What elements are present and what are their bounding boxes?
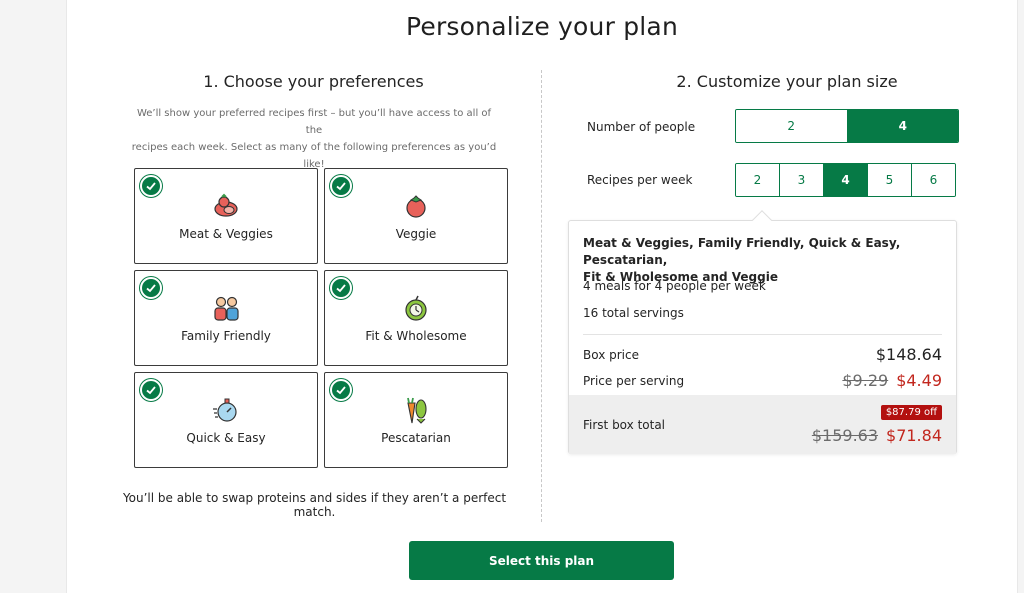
recipes-option-4[interactable]: 4: [823, 164, 867, 196]
first-box-price: $159.63 $71.84: [812, 426, 942, 445]
discount-badge: $87.79 off: [880, 405, 942, 420]
per-serving-new-price: $4.49: [896, 371, 942, 390]
first-box-new-price: $71.84: [886, 426, 942, 445]
recipes-option-2[interactable]: 2: [736, 164, 779, 196]
meals-summary: 4 meals for 4 people per week: [583, 279, 766, 293]
preference-tile-family-friendly[interactable]: Family Friendly: [134, 270, 318, 366]
people-label: Number of people: [587, 120, 696, 134]
recipes-label: Recipes per week: [587, 173, 693, 187]
people-selector: 2 4: [735, 109, 959, 143]
tile-label: Meat & Veggies: [179, 227, 273, 241]
tomato-icon: [325, 191, 507, 221]
servings-summary: 16 total servings: [583, 306, 684, 320]
per-serving-old-price: $9.29: [842, 371, 889, 390]
stopwatch-icon: [135, 395, 317, 425]
tile-label: Fit & Wholesome: [365, 329, 467, 343]
preference-tile-fit-wholesome[interactable]: Fit & Wholesome: [324, 270, 508, 366]
first-box-old-price: $159.63: [811, 426, 879, 445]
preference-tile-quick-easy[interactable]: Quick & Easy: [134, 372, 318, 468]
recipes-selector: 2 3 4 5 6: [735, 163, 956, 197]
first-box-total-row: First box total $87.79 off $159.63 $71.84: [569, 395, 956, 454]
plan-size-heading: 2. Customize your plan size: [676, 72, 898, 91]
apple-icon: [325, 293, 507, 323]
tile-label: Quick & Easy: [186, 431, 266, 445]
select-plan-button[interactable]: Select this plan: [409, 541, 674, 580]
people-option-2[interactable]: 2: [736, 110, 847, 142]
tile-label: Pescatarian: [381, 431, 451, 445]
per-serving-label: Price per serving: [583, 374, 685, 388]
column-divider: [541, 70, 542, 522]
per-serving-price: $9.29 $4.49: [842, 371, 942, 390]
tile-label: Family Friendly: [181, 329, 271, 343]
preference-tile-meat-veggies[interactable]: Meat & Veggies: [134, 168, 318, 264]
swap-note: You’ll be able to swap proteins and side…: [122, 491, 507, 519]
preference-tile-veggie[interactable]: Veggie: [324, 168, 508, 264]
family-icon: [135, 293, 317, 323]
first-box-label: First box total: [583, 418, 666, 432]
summary-divider: [583, 334, 942, 335]
box-price-label: Box price: [583, 348, 639, 362]
page-title: Personalize your plan: [405, 12, 678, 41]
fish-carrot-icon: [325, 395, 507, 425]
preferences-heading: 1. Choose your preferences: [203, 72, 424, 91]
box-price-value: $148.64: [875, 345, 942, 364]
plan-summary-card: Meat & Veggies, Family Friendly, Quick &…: [568, 220, 957, 454]
plan-page: Personalize your plan 1. Choose your pre…: [66, 0, 1018, 593]
recipes-option-6[interactable]: 6: [911, 164, 955, 196]
preferences-subtitle: We’ll show your preferred recipes first …: [129, 105, 499, 173]
people-option-4[interactable]: 4: [846, 110, 958, 142]
recipes-option-3[interactable]: 3: [779, 164, 823, 196]
meat-veggies-icon: [135, 191, 317, 221]
recipes-option-5[interactable]: 5: [867, 164, 911, 196]
preferences-line: Meat & Veggies, Family Friendly, Quick &…: [583, 236, 901, 267]
subtitle-line: We’ll show your preferred recipes first …: [136, 108, 492, 136]
preference-tile-pescatarian[interactable]: Pescatarian: [324, 372, 508, 468]
tile-label: Veggie: [395, 227, 437, 241]
